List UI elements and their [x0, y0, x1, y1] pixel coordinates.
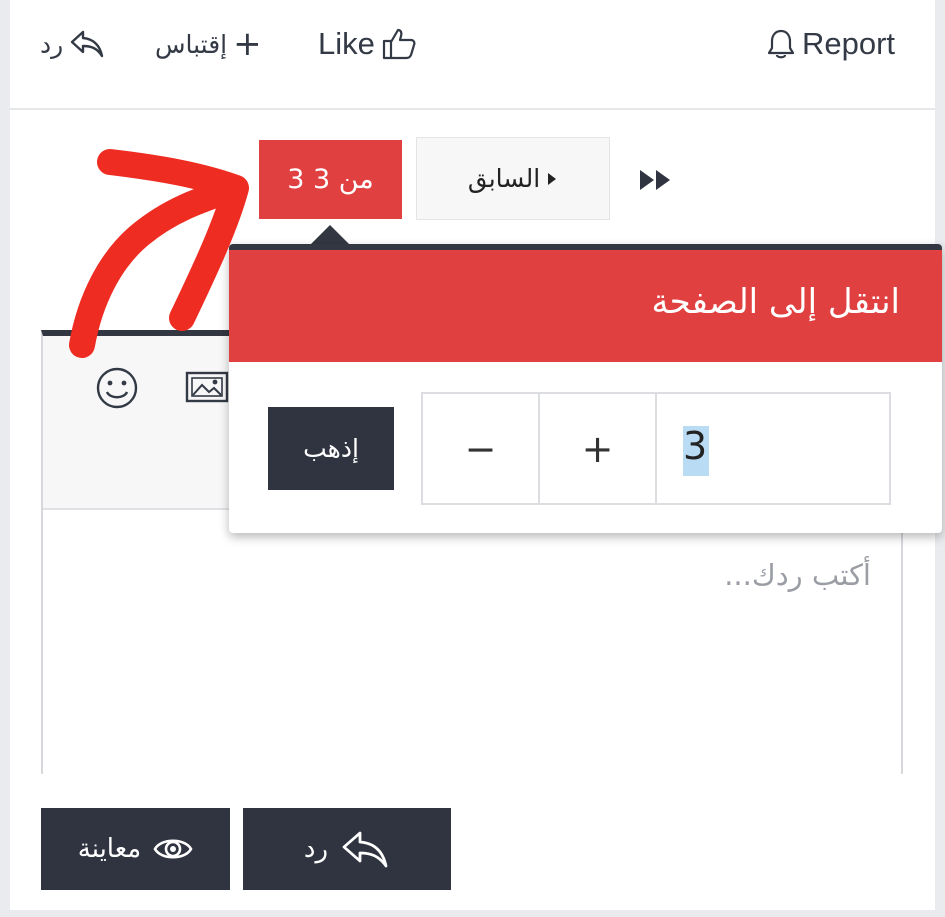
- increment-button[interactable]: +: [540, 394, 657, 503]
- bell-icon: [767, 29, 795, 59]
- minus-icon: −: [464, 426, 497, 471]
- eye-icon: [153, 839, 193, 859]
- go-button-label: إذهب: [303, 434, 359, 463]
- fast-forward-icon: [640, 170, 670, 190]
- image-icon[interactable]: [185, 370, 229, 408]
- reply-action-label: رد: [40, 29, 64, 59]
- emoji-icon[interactable]: [95, 366, 139, 414]
- previous-page-button[interactable]: السابق: [416, 137, 610, 220]
- current-page-button[interactable]: 3 من 3: [259, 140, 402, 219]
- preview-button-label: معاينة: [77, 834, 142, 864]
- quote-action[interactable]: إقتباس +: [155, 22, 262, 66]
- reply-textarea[interactable]: أكتب ردك...: [43, 510, 901, 774]
- popup-header: انتقل إلى الصفحة: [229, 244, 942, 362]
- page-number-stepper: − + 3: [421, 392, 891, 505]
- plus-icon: +: [581, 426, 614, 471]
- reply-arrow-icon: [342, 831, 388, 868]
- post-action-bar: رد إقتباس + Like Report: [10, 0, 935, 110]
- thumbs-up-icon: [382, 28, 416, 60]
- like-action-label: Like: [318, 26, 375, 61]
- report-action-label: Report: [802, 26, 896, 61]
- reply-arrow-icon: [71, 30, 104, 58]
- submit-reply-button[interactable]: رد: [243, 808, 451, 890]
- caret-right-icon: [548, 172, 557, 185]
- quote-action-label: إقتباس: [155, 29, 228, 59]
- report-action[interactable]: Report: [766, 22, 895, 66]
- page-number-input[interactable]: 3: [657, 394, 889, 503]
- decrement-button[interactable]: −: [423, 394, 540, 503]
- reply-placeholder: أكتب ردك...: [724, 558, 871, 592]
- previous-page-label: السابق: [467, 164, 541, 193]
- like-action[interactable]: Like: [318, 22, 417, 66]
- preview-button[interactable]: معاينة: [41, 808, 230, 890]
- popup-title: انتقل إلى الصفحة: [651, 282, 900, 322]
- jump-to-page-popup: انتقل إلى الصفحة إذهب − + 3: [229, 244, 942, 533]
- submit-reply-label: رد: [303, 834, 329, 864]
- popup-pointer: [310, 225, 350, 245]
- thread-page: رد إقتباس + Like Report 3 من 3 السابق أك…: [10, 0, 942, 910]
- last-page-button[interactable]: [634, 163, 678, 197]
- page-number-value: 3: [683, 424, 708, 468]
- go-button[interactable]: إذهب: [268, 407, 394, 490]
- current-page-label: 3 من 3: [287, 164, 374, 195]
- plus-icon: +: [233, 24, 262, 64]
- reply-action[interactable]: رد: [40, 22, 105, 66]
